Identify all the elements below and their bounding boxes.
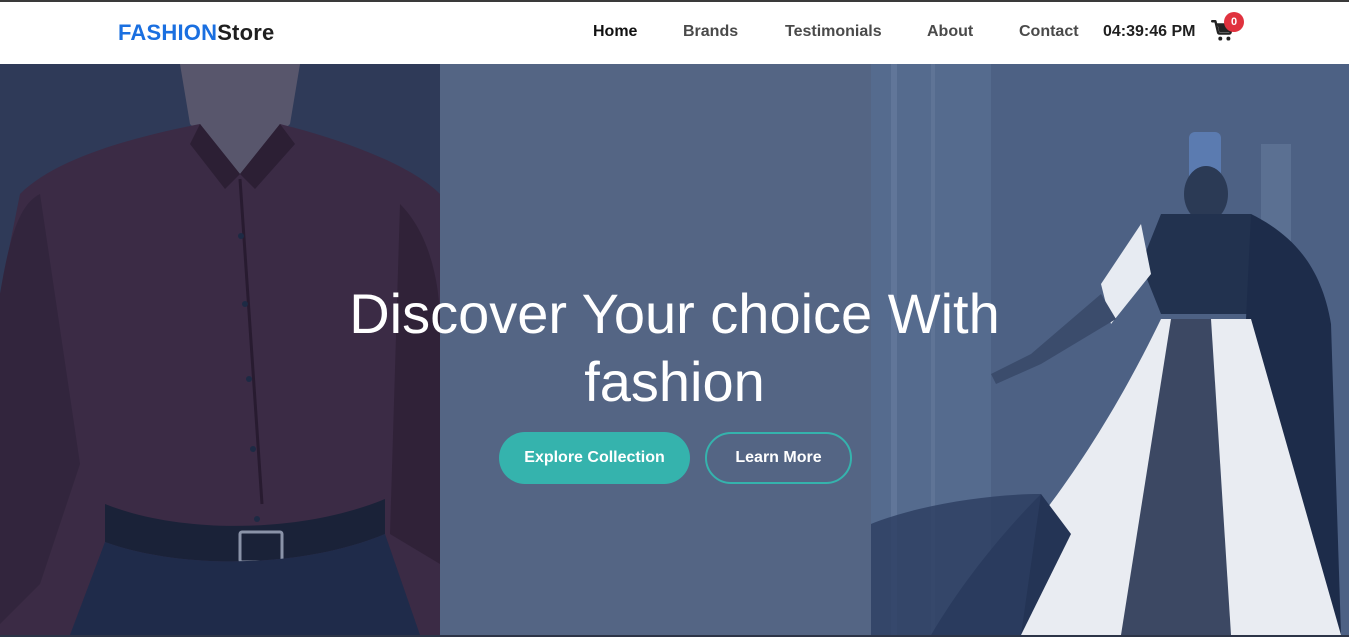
hero-banner: Discover Your choice With fashion Explor… [0, 64, 1349, 635]
nav-link-brands[interactable]: Brands [683, 23, 738, 41]
hero-title-line2: fashion [584, 350, 765, 413]
nav-link-home[interactable]: Home [593, 23, 637, 41]
nav-link-about[interactable]: About [927, 23, 973, 41]
brand-logo-part2: Store [217, 20, 275, 45]
brand-logo[interactable]: FASHIONStore [118, 20, 274, 46]
learn-more-button[interactable]: Learn More [705, 432, 852, 484]
cart-count-badge: 0 [1224, 12, 1244, 32]
hero-title-line1: Discover Your choice With [349, 282, 1000, 345]
clock-display: 04:39:46 PM [1103, 23, 1196, 40]
hero-title: Discover Your choice With fashion [300, 280, 1049, 416]
nav-link-testimonials[interactable]: Testimonials [785, 23, 882, 41]
explore-collection-button[interactable]: Explore Collection [499, 432, 690, 484]
navbar: FASHIONStore Home Brands Testimonials Ab… [0, 2, 1349, 64]
nav-link-contact[interactable]: Contact [1019, 23, 1079, 41]
brand-logo-part1: FASHION [118, 20, 218, 45]
